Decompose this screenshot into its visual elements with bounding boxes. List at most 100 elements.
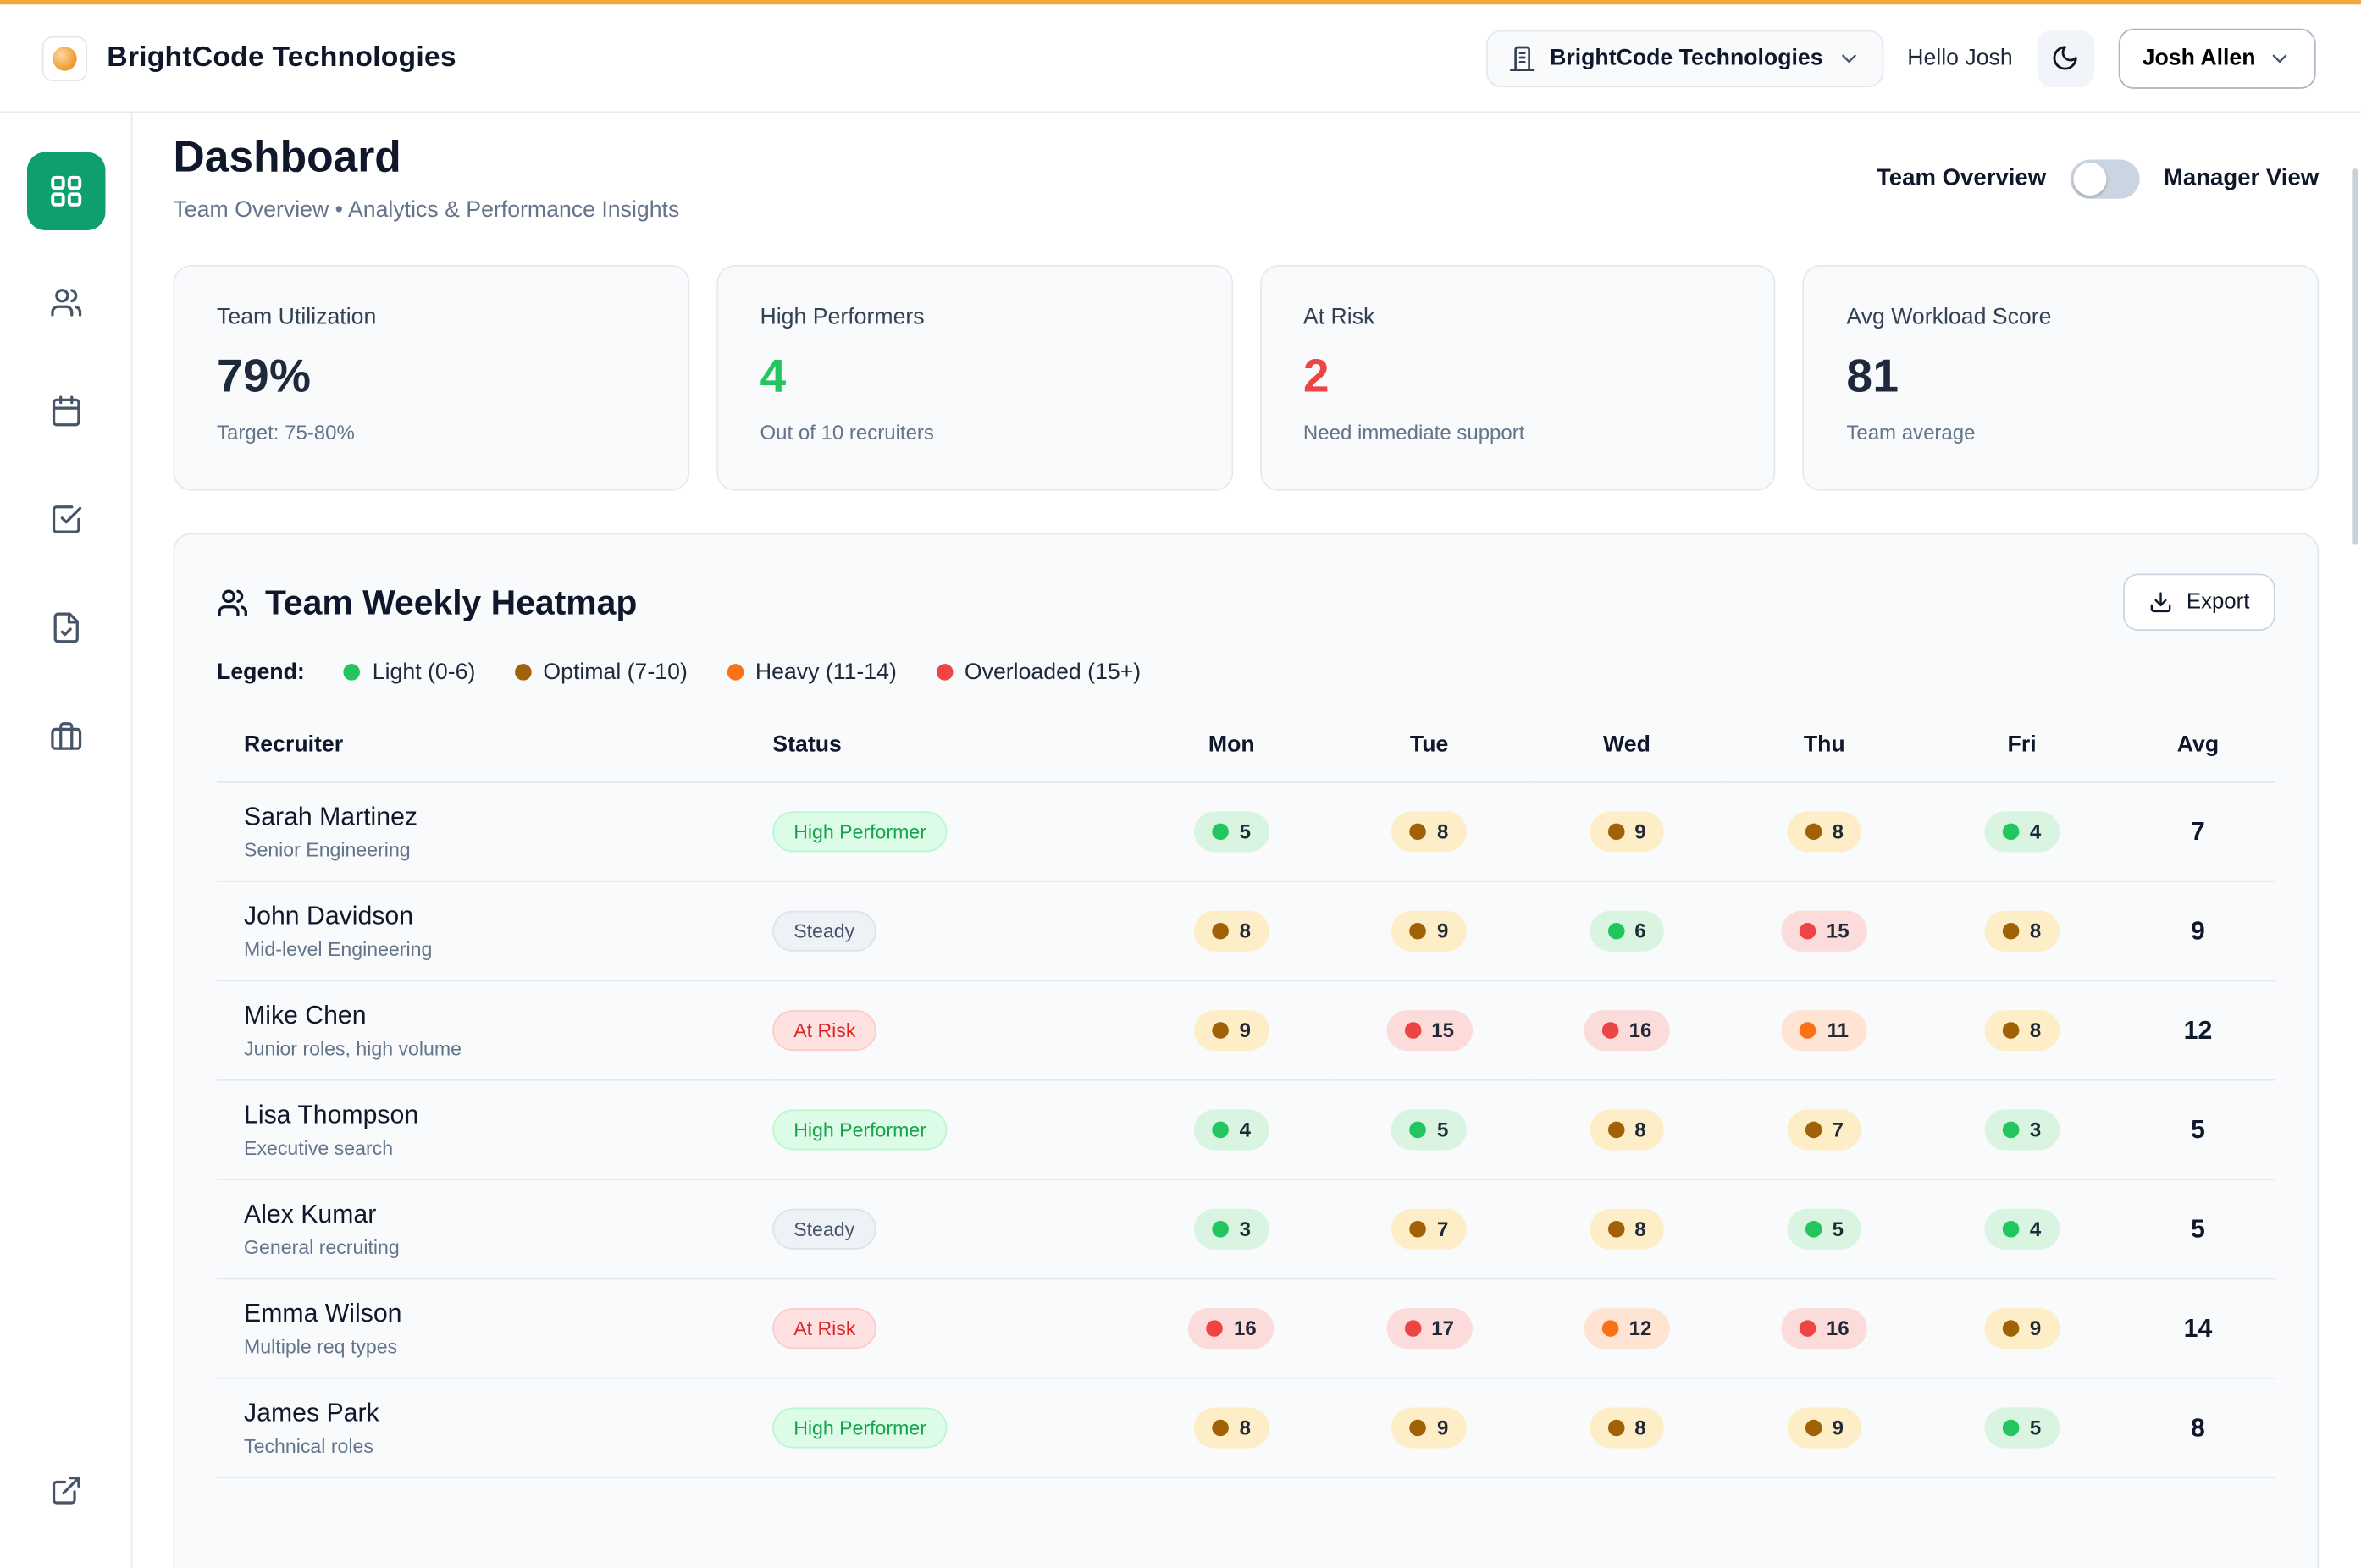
table-row: Sarah MartinezSenior EngineeringHigh Per… bbox=[217, 782, 2275, 881]
workload-cell: 8 bbox=[1985, 1010, 2060, 1051]
workload-dot bbox=[1607, 1122, 1624, 1139]
workload-dot bbox=[1404, 1022, 1421, 1039]
table-body: Sarah MartinezSenior EngineeringHigh Per… bbox=[217, 782, 2275, 1477]
status-badge: At Risk bbox=[772, 1308, 876, 1349]
workload-value: 9 bbox=[1634, 820, 1645, 843]
stat-sub: Target: 75-80% bbox=[217, 422, 645, 444]
workload-dot bbox=[1800, 923, 1816, 940]
workload-cell: 16 bbox=[1189, 1308, 1274, 1349]
stat-sub: Out of 10 recruiters bbox=[760, 422, 1188, 444]
workload-value: 9 bbox=[1437, 919, 1448, 942]
column-header: Thu bbox=[1726, 716, 1923, 781]
workload-dot bbox=[2003, 1320, 2020, 1337]
scrollbar-thumb[interactable] bbox=[2352, 168, 2358, 545]
sidebar-item-documents[interactable] bbox=[30, 592, 102, 664]
workload-value: 5 bbox=[1240, 820, 1251, 843]
dark-mode-button[interactable] bbox=[2037, 30, 2094, 87]
avg-value: 7 bbox=[2120, 782, 2275, 881]
workload-value: 8 bbox=[2030, 919, 2041, 942]
workload-value: 4 bbox=[2030, 1217, 2041, 1240]
table-row: Emma Wilson Multiple req typesAt Risk 16 17… bbox=[217, 1278, 2275, 1378]
legend-dot bbox=[344, 664, 361, 681]
workload-value: 5 bbox=[2030, 1416, 2041, 1439]
recruiter-role: Executive search bbox=[244, 1136, 772, 1159]
export-button[interactable]: Export bbox=[2123, 573, 2275, 631]
recruiter-name: Emma Wilson bbox=[244, 1299, 772, 1329]
workload-dot bbox=[1410, 1420, 1427, 1437]
heatmap-legend: Legend: Light (0-6)Optimal (7-10)Heavy (… bbox=[217, 660, 2275, 685]
workload-value: 8 bbox=[2030, 1019, 2041, 1042]
stats-row: Team Utilization79%Target: 75-80%High Pe… bbox=[173, 265, 2319, 491]
avg-value: 12 bbox=[2120, 980, 2275, 1079]
workload-dot bbox=[2003, 1221, 2020, 1238]
user-menu-label: Josh Allen bbox=[2143, 45, 2256, 70]
recruiter-role: Mid-level Engineering bbox=[244, 938, 772, 961]
workload-dot bbox=[1404, 1320, 1421, 1337]
workload-dot bbox=[1607, 1420, 1624, 1437]
workload-cell: 17 bbox=[1386, 1308, 1472, 1349]
workload-value: 16 bbox=[1827, 1317, 1850, 1340]
sidebar-item-jobs[interactable] bbox=[30, 700, 102, 772]
page-subtitle: Team Overview • Analytics & Performance … bbox=[173, 197, 679, 223]
toggle-left-label: Team Overview bbox=[1877, 165, 2046, 192]
column-header: Status bbox=[772, 716, 1132, 781]
workload-dot bbox=[1213, 1122, 1230, 1139]
recruiter-name: John Davidson bbox=[244, 902, 772, 932]
status-badge: Steady bbox=[772, 911, 876, 952]
sidebar-item-external-link[interactable] bbox=[30, 1455, 102, 1527]
view-toggle-switch[interactable] bbox=[2071, 159, 2140, 198]
app-title: BrightCode Technologies bbox=[107, 41, 456, 75]
heatmap-title: Team Weekly Heatmap bbox=[265, 582, 637, 622]
recruiter-name: James Park bbox=[244, 1399, 772, 1429]
workload-cell: 4 bbox=[1985, 811, 2060, 852]
workload-value: 16 bbox=[1234, 1317, 1257, 1340]
recruiter-role: Multiple req types bbox=[244, 1335, 772, 1358]
user-menu-button[interactable]: Josh Allen bbox=[2118, 28, 2315, 88]
legend-label: Light (0-6) bbox=[373, 660, 476, 685]
workload-dot bbox=[1607, 1221, 1624, 1238]
briefcase-icon bbox=[49, 720, 82, 753]
workload-value: 3 bbox=[1240, 1217, 1251, 1240]
workload-value: 8 bbox=[1634, 1217, 1645, 1240]
recruiter-name: Lisa Thompson bbox=[244, 1101, 772, 1131]
sidebar-item-dashboard[interactable] bbox=[26, 152, 104, 230]
workload-dot bbox=[1805, 824, 1822, 841]
workload-cell: 9 bbox=[1194, 1010, 1269, 1051]
workload-cell: 9 bbox=[1787, 1407, 1861, 1448]
page-title: Dashboard bbox=[173, 134, 679, 184]
stat-value: 2 bbox=[1303, 350, 1732, 404]
workload-value: 9 bbox=[1437, 1416, 1448, 1439]
company-selector[interactable]: BrightCode Technologies bbox=[1486, 30, 1883, 87]
workload-dot bbox=[2003, 824, 2020, 841]
workload-cell: 9 bbox=[1392, 911, 1467, 952]
stat-sub: Team average bbox=[1846, 422, 2275, 444]
workload-dot bbox=[1410, 824, 1427, 841]
legend-label: Optimal (7-10) bbox=[543, 660, 687, 685]
status-badge: High Performer bbox=[772, 1407, 948, 1448]
workload-value: 8 bbox=[1240, 919, 1251, 942]
workload-cell: 8 bbox=[1194, 911, 1269, 952]
column-header: Wed bbox=[1528, 716, 1725, 781]
sidebar-item-tasks[interactable] bbox=[30, 483, 102, 555]
export-button-label: Export bbox=[2187, 590, 2250, 614]
table-row: Lisa ThompsonExecutive searchHigh Perfor… bbox=[217, 1080, 2275, 1179]
workload-dot bbox=[2003, 1022, 2020, 1039]
stat-sub: Need immediate support bbox=[1303, 422, 1732, 444]
avg-value: 5 bbox=[2120, 1080, 2275, 1179]
app-window: BrightCode Technologies BrightCode Techn… bbox=[0, 0, 2361, 1568]
column-header: Fri bbox=[1923, 716, 2120, 781]
stat-value: 4 bbox=[760, 350, 1188, 404]
sidebar-item-calendar[interactable] bbox=[30, 375, 102, 447]
toggle-knob bbox=[2073, 162, 2106, 195]
workload-cell: 11 bbox=[1782, 1010, 1866, 1051]
workload-dot bbox=[1213, 1420, 1230, 1437]
workload-cell: 15 bbox=[1782, 911, 1867, 952]
workload-dot bbox=[1805, 1221, 1822, 1238]
recruiter-name: Mike Chen bbox=[244, 1001, 772, 1031]
building-icon bbox=[1509, 44, 1536, 71]
workload-cell: 16 bbox=[1584, 1010, 1669, 1051]
workload-value: 15 bbox=[1431, 1019, 1454, 1042]
avg-value: 8 bbox=[2120, 1378, 2275, 1477]
sidebar-item-team[interactable] bbox=[30, 267, 102, 339]
workload-dot bbox=[2003, 1420, 2020, 1437]
